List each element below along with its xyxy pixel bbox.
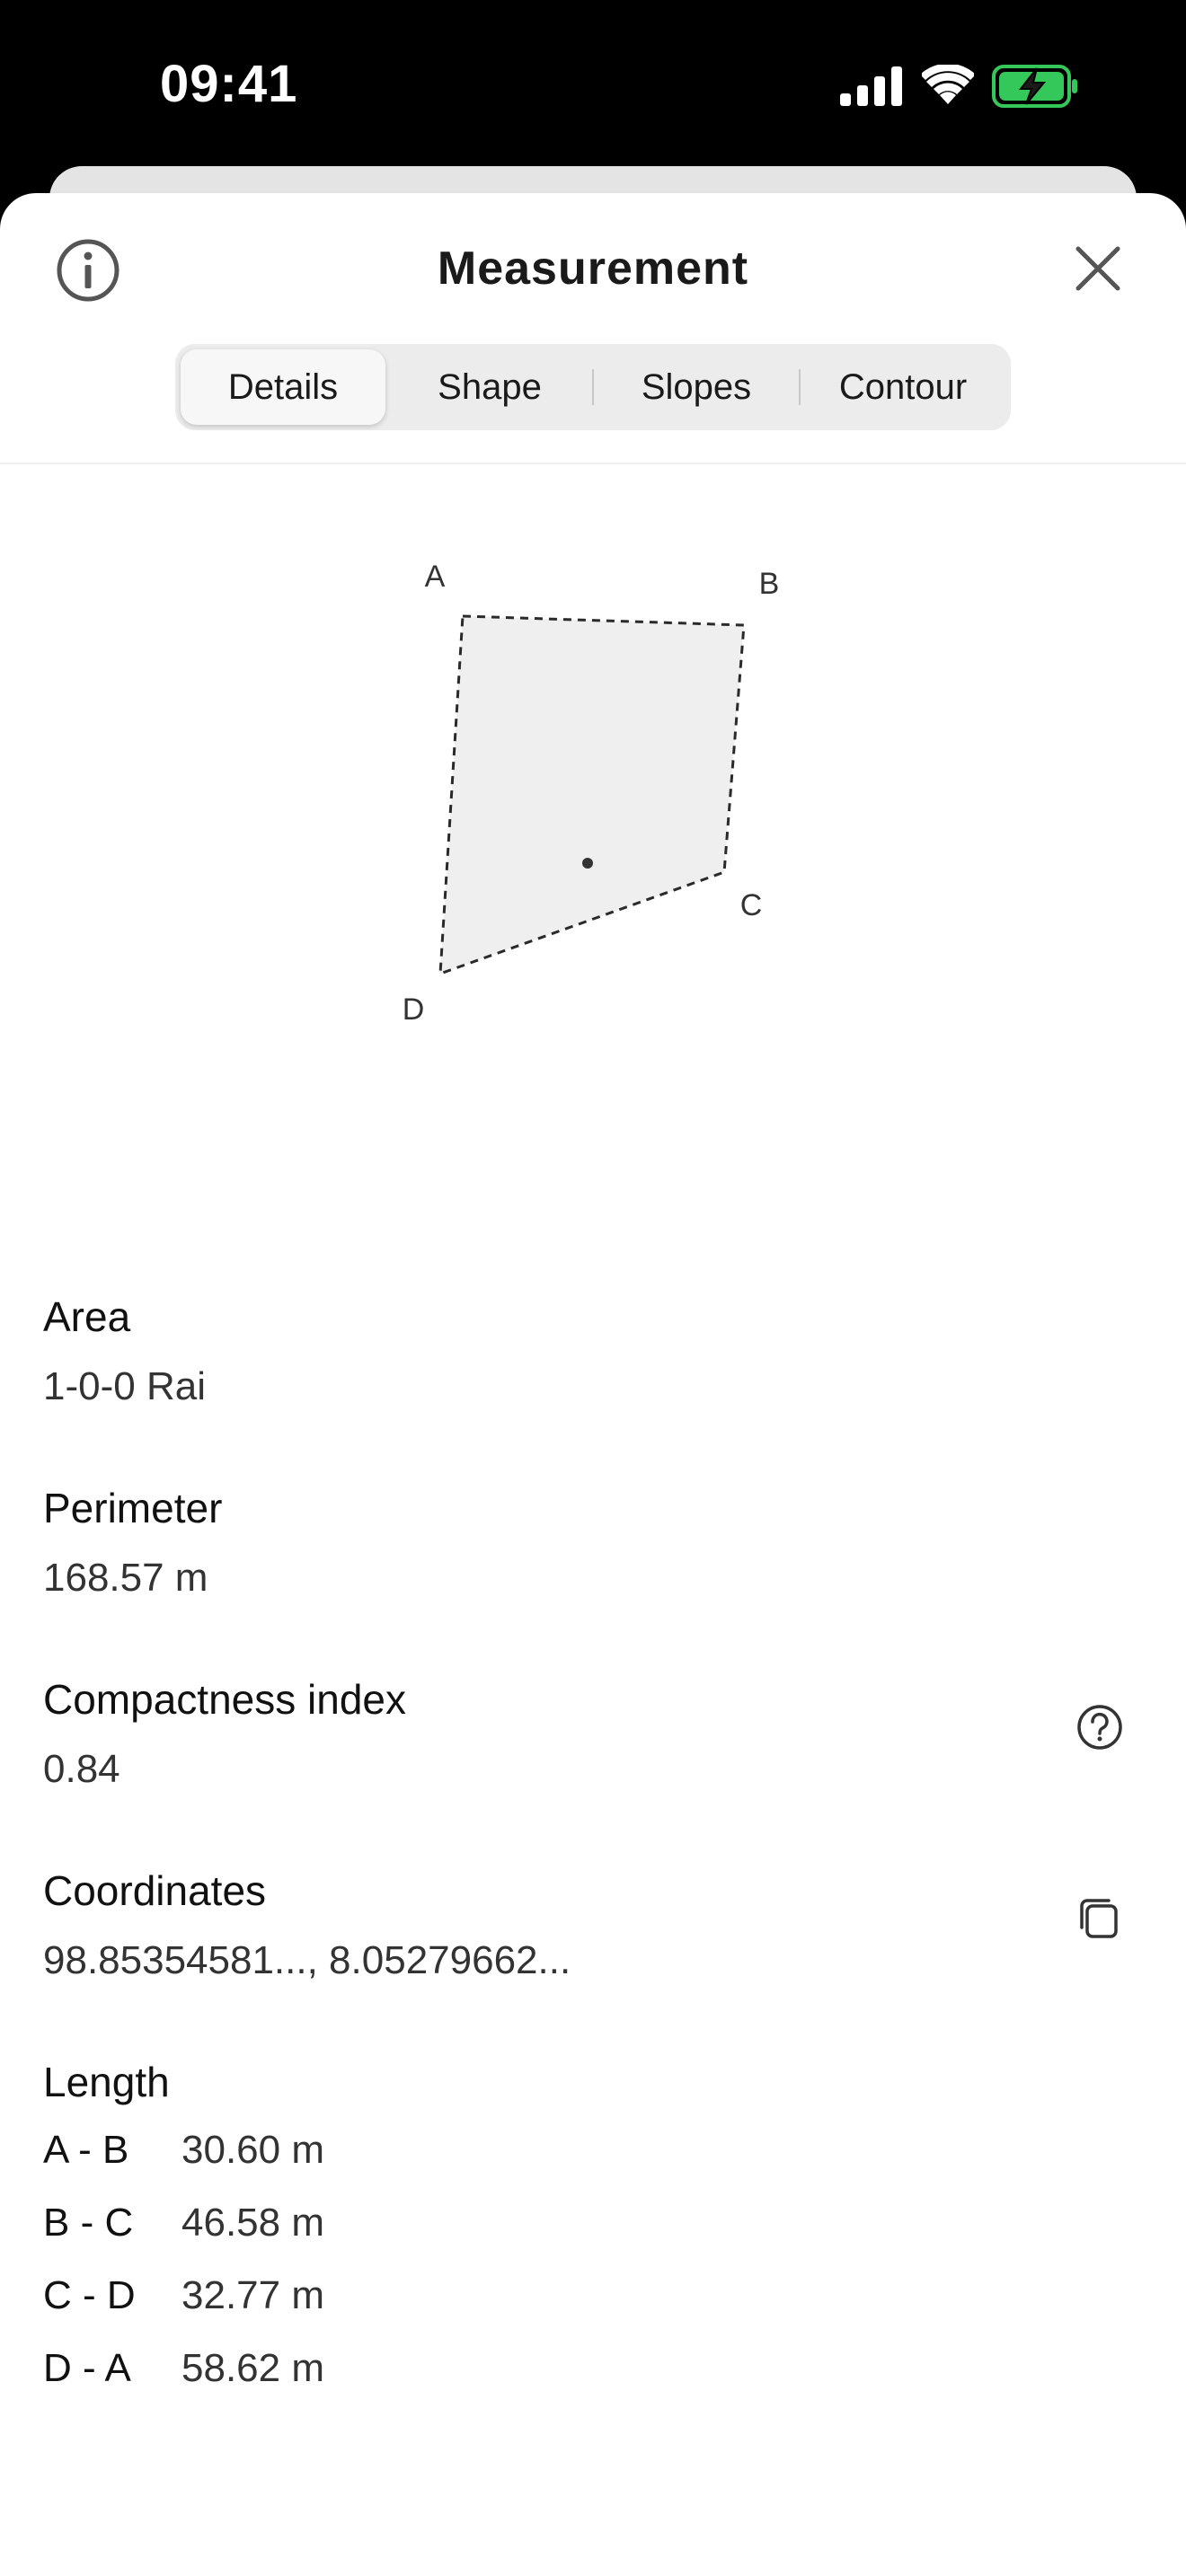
vertex-label-b: B [759, 567, 780, 601]
length-label: Length [43, 2059, 170, 2105]
polygon-outline [438, 614, 746, 976]
battery-charging-icon [992, 65, 1077, 108]
cellular-signal-icon [840, 66, 902, 106]
wifi-icon [922, 65, 974, 104]
compactness-section: Compactness index 0.84 [43, 1675, 1143, 1792]
help-circle-icon[interactable] [1075, 1702, 1125, 1752]
sheet-header: Measurement Details Shape Slopes Contour [0, 193, 1186, 463]
tab-details[interactable]: Details [181, 349, 385, 425]
tab-bar: Details Shape Slopes Contour [175, 344, 1011, 430]
measurement-sheet: Measurement Details Shape Slopes Contour… [0, 193, 1186, 2576]
tab-contour[interactable]: Contour [801, 349, 1005, 425]
compactness-value: 0.84 [43, 1747, 120, 1791]
coordinates-value: 98.85354581..., 8.05279662... [43, 1938, 571, 1982]
length-row: A - B 30.60 m [43, 2123, 324, 2177]
length-row: C - D 32.77 m [43, 2269, 324, 2323]
area-section: Area 1-0-0 Rai [43, 1292, 1143, 1409]
area-value: 1-0-0 Rai [43, 1364, 206, 1408]
length-value: 46.58 m [181, 2201, 324, 2245]
length-value: 58.62 m [181, 2346, 324, 2390]
vertex-label-a: A [425, 560, 446, 594]
vertex-label-c: C [740, 888, 763, 922]
coordinates-label: Coordinates [43, 1867, 267, 1914]
perimeter-section: Perimeter 168.57 m [43, 1484, 1143, 1601]
status-time: 09:41 [160, 55, 298, 113]
tab-shape[interactable]: Shape [387, 349, 592, 425]
length-segment: D - A [43, 2346, 131, 2390]
shape-preview: A B C D [0, 463, 1186, 1433]
length-segment: C - D [43, 2273, 136, 2317]
vertex-label-d: D [403, 992, 425, 1027]
area-label: Area [43, 1293, 131, 1340]
length-segment: B - C [43, 2201, 134, 2245]
length-row: D - A 58.62 m [43, 2342, 324, 2395]
length-row: B - C 46.58 m [43, 2196, 324, 2250]
copy-icon[interactable] [1075, 1893, 1125, 1944]
length-value: 30.60 m [181, 2128, 324, 2172]
page-title: Measurement [437, 243, 749, 295]
polygon-shape: A B C D [403, 560, 780, 1027]
status-bar: 09:41 [0, 0, 1186, 171]
close-icon[interactable] [1069, 240, 1127, 297]
length-section: Length [43, 2058, 1143, 2106]
compactness-label: Compactness index [43, 1676, 406, 1723]
tab-slopes[interactable]: Slopes [594, 349, 799, 425]
centroid-point [582, 858, 593, 869]
length-segment: A - B [43, 2128, 129, 2172]
coordinates-section: Coordinates 98.85354581..., 8.05279662..… [43, 1866, 1143, 1983]
perimeter-label: Perimeter [43, 1485, 223, 1531]
perimeter-value: 168.57 m [43, 1556, 208, 1600]
length-value: 32.77 m [181, 2273, 324, 2317]
